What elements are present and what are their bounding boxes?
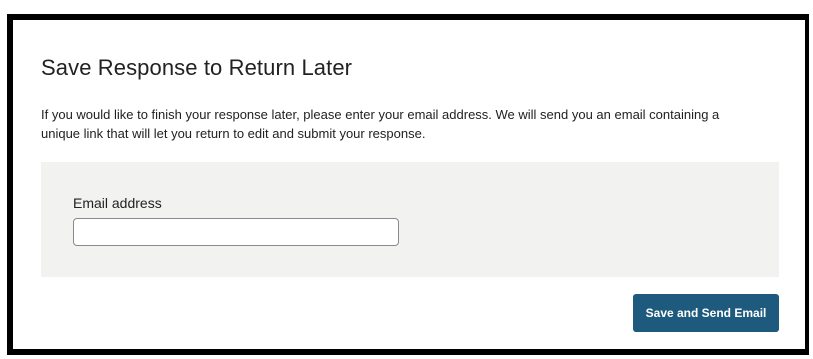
top-strip bbox=[0, 0, 813, 14]
save-response-dialog: Save Response to Return Later If you wou… bbox=[7, 14, 809, 355]
save-and-send-email-button[interactable]: Save and Send Email bbox=[633, 294, 779, 332]
email-label: Email address bbox=[73, 195, 162, 211]
email-form-panel: Email address bbox=[41, 162, 779, 277]
dialog-title: Save Response to Return Later bbox=[41, 55, 353, 80]
email-input[interactable] bbox=[73, 218, 399, 246]
dialog-description: If you would like to finish your respons… bbox=[41, 107, 720, 141]
